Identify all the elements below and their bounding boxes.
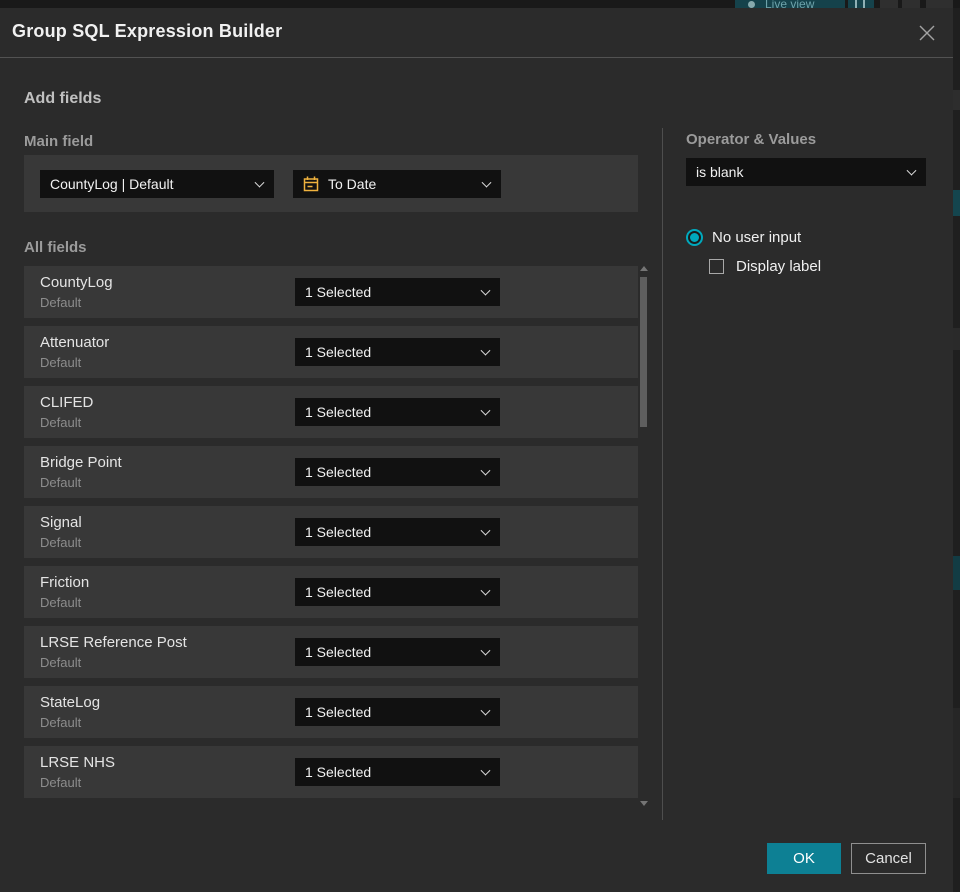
display-label-checkbox[interactable]: Display label <box>709 258 821 275</box>
field-selected-dropdown[interactable]: 1 Selected <box>295 398 500 426</box>
field-row: Signal Default 1 Selected <box>24 506 638 558</box>
field-type-select[interactable]: To Date <box>293 170 501 198</box>
field-selected-dropdown[interactable]: 1 Selected <box>295 458 500 486</box>
main-field-label: Main field <box>24 133 94 150</box>
field-subtitle: Default <box>40 475 82 490</box>
toolbar-fragment <box>863 0 865 8</box>
live-view-button[interactable]: Live view <box>735 0 845 8</box>
field-name: LRSE Reference Post <box>40 634 187 651</box>
toolbar-fragment <box>880 0 898 8</box>
field-subtitle: Default <box>40 535 82 550</box>
all-fields-label: All fields <box>24 239 87 256</box>
field-name: CLIFED <box>40 394 94 411</box>
field-name: LRSE NHS <box>40 754 116 771</box>
toolbar-fragment <box>848 0 874 8</box>
field-row: StateLog Default 1 Selected <box>24 686 638 738</box>
scrollbar-thumb[interactable] <box>640 277 647 427</box>
chevron-down-icon <box>480 705 491 716</box>
field-name: Friction <box>40 574 90 591</box>
field-row: CountyLog Default 1 Selected <box>24 266 638 318</box>
ok-button[interactable]: OK <box>767 843 841 874</box>
close-button[interactable] <box>914 20 940 46</box>
operator-select[interactable]: is blank <box>686 158 926 186</box>
field-subtitle: Default <box>40 295 82 310</box>
field-selected-dropdown[interactable]: 1 Selected <box>295 518 500 546</box>
no-user-input-radio[interactable]: No user input <box>686 229 801 246</box>
field-row: Attenuator Default 1 Selected <box>24 326 638 378</box>
chevron-down-icon <box>480 465 491 476</box>
chevron-down-icon <box>480 645 491 656</box>
field-selected-dropdown[interactable]: 1 Selected <box>295 758 500 786</box>
field-row: LRSE Reference Post Default 1 Selected <box>24 626 638 678</box>
chevron-down-icon <box>480 765 491 776</box>
field-name: Signal <box>40 514 82 531</box>
field-subtitle: Default <box>40 415 82 430</box>
field-selected-dropdown[interactable]: 1 Selected <box>295 338 500 366</box>
field-row: CLIFED Default 1 Selected <box>24 386 638 438</box>
field-name: CountyLog <box>40 274 113 291</box>
toolbar-fragment <box>855 0 857 8</box>
scrollbar-up-arrow-icon[interactable] <box>640 266 648 271</box>
chevron-down-icon <box>480 285 491 296</box>
field-name: Attenuator <box>40 334 110 351</box>
main-field-select-value: CountyLog | Default <box>50 176 174 192</box>
live-view-label: Live view <box>765 0 815 8</box>
background-app-top-strip: Live view <box>0 0 960 8</box>
chevron-down-icon <box>481 177 492 188</box>
operator-select-value: is blank <box>696 164 744 180</box>
scrollbar-down-arrow-icon[interactable] <box>640 801 648 806</box>
field-name: Bridge Point <box>40 454 122 471</box>
chevron-down-icon <box>254 177 265 188</box>
chevron-down-icon <box>906 165 917 176</box>
field-row: Friction Default 1 Selected <box>24 566 638 618</box>
display-label-text: Display label <box>736 258 822 275</box>
group-sql-expression-builder-dialog: Group SQL Expression Builder Add fields … <box>0 8 953 892</box>
field-subtitle: Default <box>40 595 82 610</box>
main-field-panel: CountyLog | Default To Date <box>24 155 638 212</box>
calendar-icon <box>303 176 319 192</box>
main-field-select[interactable]: CountyLog | Default <box>40 170 274 198</box>
field-selected-dropdown[interactable]: 1 Selected <box>295 698 500 726</box>
dialog-header: Group SQL Expression Builder <box>0 8 953 58</box>
dialog-title: Group SQL Expression Builder <box>12 21 283 41</box>
radio-selected-icon <box>686 229 703 246</box>
close-icon <box>919 25 935 41</box>
field-row: LRSE NHS Default 1 Selected <box>24 746 638 798</box>
vertical-divider <box>662 128 663 820</box>
toolbar-fragment <box>926 0 953 8</box>
field-type-select-value: To Date <box>328 176 377 192</box>
checkbox-unchecked-icon <box>709 259 724 274</box>
chevron-down-icon <box>480 585 491 596</box>
list-scrollbar[interactable] <box>640 266 648 806</box>
field-subtitle: Default <box>40 655 82 670</box>
field-selected-dropdown[interactable]: 1 Selected <box>295 578 500 606</box>
field-subtitle: Default <box>40 775 82 790</box>
add-fields-heading: Add fields <box>24 90 102 107</box>
chevron-down-icon <box>480 525 491 536</box>
field-row: Bridge Point Default 1 Selected <box>24 446 638 498</box>
field-subtitle: Default <box>40 355 82 370</box>
field-selected-dropdown[interactable]: 1 Selected <box>295 638 500 666</box>
cancel-button[interactable]: Cancel <box>851 843 926 874</box>
no-user-input-label: No user input <box>712 229 802 246</box>
operator-values-label: Operator & Values <box>686 131 817 148</box>
toolbar-fragment <box>902 0 920 8</box>
chevron-down-icon <box>480 345 491 356</box>
field-subtitle: Default <box>40 715 82 730</box>
field-name: StateLog <box>40 694 101 711</box>
background-app-right-strip <box>953 8 960 892</box>
chevron-down-icon <box>480 405 491 416</box>
field-selected-dropdown[interactable]: 1 Selected <box>295 278 500 306</box>
live-view-dot-icon <box>748 1 755 8</box>
